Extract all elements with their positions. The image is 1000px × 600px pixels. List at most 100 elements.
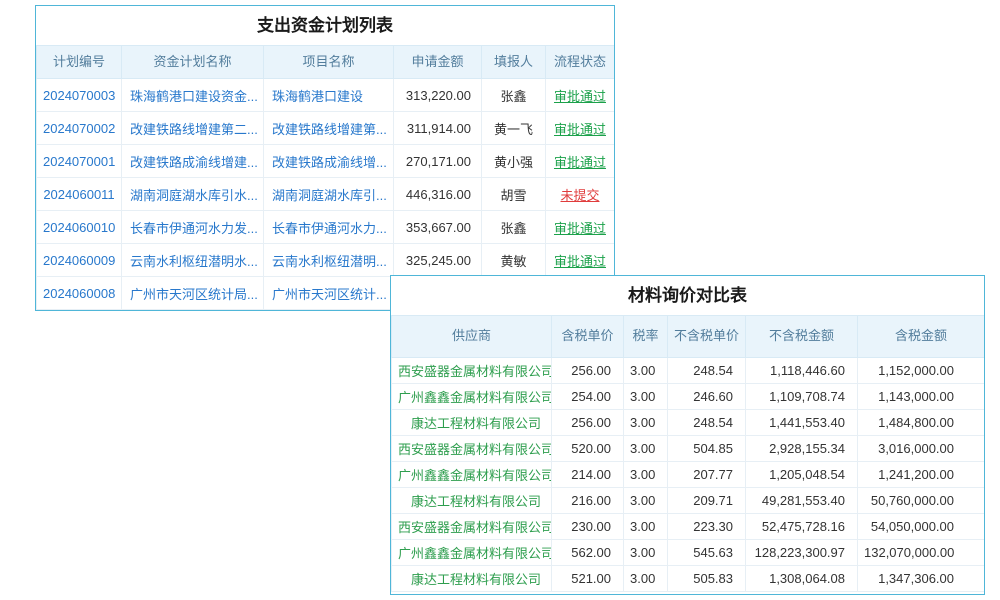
- status-link[interactable]: 审批通过: [554, 254, 606, 269]
- supplier-link[interactable]: 康达工程材料有限公司: [411, 416, 541, 431]
- col-header-amount-without-tax: 不含税金额: [746, 316, 858, 358]
- plan-name-link[interactable]: 改建铁路成渝线增建...: [130, 155, 258, 170]
- col-header-unit-price-without-tax: 不含税单价: [668, 316, 746, 358]
- amount-without-tax-value: 2,928,155.34: [746, 436, 858, 462]
- col-header-reporter: 填报人: [482, 46, 546, 79]
- tax-rate-value: 3.00: [624, 540, 668, 566]
- amount-with-tax-value: 1,347,306.00: [858, 566, 985, 592]
- plan-name-link[interactable]: 长春市伊通河水力发...: [130, 221, 258, 236]
- supplier-link[interactable]: 西安盛器金属材料有限公司: [398, 442, 552, 457]
- tax-rate-value: 3.00: [624, 462, 668, 488]
- amount-without-tax-value: 1,109,708.74: [746, 384, 858, 410]
- unit-price-without-tax-value: 209.71: [668, 488, 746, 514]
- project-name-link[interactable]: 改建铁路成渝线增...: [272, 155, 387, 170]
- unit-price-with-tax-value: 521.00: [552, 566, 624, 592]
- unit-price-without-tax-value: 505.83: [668, 566, 746, 592]
- expense-plan-panel: 支出资金计划列表 计划编号 资金计划名称 项目名称 申请金额 填报人 流程状态 …: [35, 5, 615, 311]
- apply-amount-value: 270,171.00: [394, 145, 482, 178]
- col-header-tax-rate: 税率: [624, 316, 668, 358]
- supplier-link[interactable]: 西安盛器金属材料有限公司: [398, 364, 552, 379]
- project-name-link[interactable]: 广州市天河区统计...: [272, 287, 387, 302]
- quote-table-row: 广州鑫鑫金属材料有限公司 214.00 3.00 207.77 1,205,04…: [392, 462, 985, 488]
- unit-price-with-tax-value: 214.00: [552, 462, 624, 488]
- quote-table-row: 西安盛器金属材料有限公司 520.00 3.00 504.85 2,928,15…: [392, 436, 985, 462]
- project-name-link[interactable]: 湖南洞庭湖水库引...: [272, 188, 387, 203]
- plan-name-link[interactable]: 珠海鹤港口建设资金...: [130, 89, 258, 104]
- tax-rate-value: 3.00: [624, 384, 668, 410]
- project-name-link[interactable]: 珠海鹤港口建设: [272, 89, 363, 104]
- amount-without-tax-value: 1,441,553.40: [746, 410, 858, 436]
- plan-name-link[interactable]: 广州市天河区统计局...: [130, 287, 258, 302]
- quote-table-row: 广州鑫鑫金属材料有限公司 254.00 3.00 246.60 1,109,70…: [392, 384, 985, 410]
- expense-table-row: 2024060009 云南水利枢纽潜明水... 云南水利枢纽潜明... 325,…: [37, 244, 615, 277]
- tax-rate-value: 3.00: [624, 436, 668, 462]
- amount-with-tax-value: 1,143,000.00: [858, 384, 985, 410]
- quote-table-header-row: 供应商 含税单价 税率 不含税单价 不含税金额 含税金额: [392, 316, 985, 358]
- material-quote-table: 供应商 含税单价 税率 不含税单价 不含税金额 含税金额 西安盛器金属材料有限公…: [391, 315, 985, 592]
- plan-name-link[interactable]: 湖南洞庭湖水库引水...: [130, 188, 258, 203]
- quote-table-row: 康达工程材料有限公司 521.00 3.00 505.83 1,308,064.…: [392, 566, 985, 592]
- unit-price-without-tax-value: 223.30: [668, 514, 746, 540]
- col-header-amount-with-tax: 含税金额: [858, 316, 985, 358]
- expense-table-row: 2024060011 湖南洞庭湖水库引水... 湖南洞庭湖水库引... 446,…: [37, 178, 615, 211]
- project-name-link[interactable]: 长春市伊通河水力...: [272, 221, 387, 236]
- plan-id-link[interactable]: 2024060008: [43, 286, 115, 301]
- amount-with-tax-value: 54,050,000.00: [858, 514, 985, 540]
- expense-table-row: 2024070001 改建铁路成渝线增建... 改建铁路成渝线增... 270,…: [37, 145, 615, 178]
- plan-id-link[interactable]: 2024070001: [43, 154, 115, 169]
- quote-table-row: 西安盛器金属材料有限公司 256.00 3.00 248.54 1,118,44…: [392, 358, 985, 384]
- supplier-link[interactable]: 广州鑫鑫金属材料有限公司: [398, 468, 552, 483]
- quote-table-row: 西安盛器金属材料有限公司 230.00 3.00 223.30 52,475,7…: [392, 514, 985, 540]
- quote-table-row: 广州鑫鑫金属材料有限公司 562.00 3.00 545.63 128,223,…: [392, 540, 985, 566]
- apply-amount-value: 313,220.00: [394, 79, 482, 112]
- supplier-link[interactable]: 西安盛器金属材料有限公司: [398, 520, 552, 535]
- unit-price-with-tax-value: 216.00: [552, 488, 624, 514]
- reporter-value: 黄小强: [482, 145, 546, 178]
- col-header-supplier: 供应商: [392, 316, 552, 358]
- supplier-link[interactable]: 康达工程材料有限公司: [411, 572, 541, 587]
- status-link[interactable]: 审批通过: [554, 155, 606, 170]
- col-header-plan-name: 资金计划名称: [122, 46, 264, 79]
- status-link[interactable]: 审批通过: [554, 221, 606, 236]
- apply-amount-value: 311,914.00: [394, 112, 482, 145]
- supplier-link[interactable]: 广州鑫鑫金属材料有限公司: [398, 546, 552, 561]
- reporter-value: 黄敏: [482, 244, 546, 277]
- amount-with-tax-value: 132,070,000.00: [858, 540, 985, 566]
- amount-without-tax-value: 1,308,064.08: [746, 566, 858, 592]
- expense-table-row: 2024070003 珠海鹤港口建设资金... 珠海鹤港口建设 313,220.…: [37, 79, 615, 112]
- unit-price-with-tax-value: 256.00: [552, 410, 624, 436]
- unit-price-without-tax-value: 248.54: [668, 358, 746, 384]
- unit-price-with-tax-value: 254.00: [552, 384, 624, 410]
- col-header-apply-amount: 申请金额: [394, 46, 482, 79]
- status-link[interactable]: 审批通过: [554, 122, 606, 137]
- material-quote-panel-title: 材料询价对比表: [391, 276, 984, 315]
- expense-table-row: 2024070002 改建铁路线增建第二... 改建铁路线增建第... 311,…: [37, 112, 615, 145]
- plan-name-link[interactable]: 云南水利枢纽潜明水...: [130, 254, 258, 269]
- unit-price-without-tax-value: 545.63: [668, 540, 746, 566]
- expense-plan-table: 计划编号 资金计划名称 项目名称 申请金额 填报人 流程状态 202407000…: [36, 45, 615, 310]
- unit-price-with-tax-value: 562.00: [552, 540, 624, 566]
- col-header-plan-id: 计划编号: [37, 46, 122, 79]
- unit-price-with-tax-value: 230.00: [552, 514, 624, 540]
- col-header-unit-price-with-tax: 含税单价: [552, 316, 624, 358]
- project-name-link[interactable]: 改建铁路线增建第...: [272, 122, 387, 137]
- plan-id-link[interactable]: 2024070003: [43, 88, 115, 103]
- apply-amount-value: 353,667.00: [394, 211, 482, 244]
- plan-name-link[interactable]: 改建铁路线增建第二...: [130, 122, 258, 137]
- plan-id-link[interactable]: 2024060011: [43, 187, 114, 202]
- supplier-link[interactable]: 康达工程材料有限公司: [411, 494, 541, 509]
- status-link[interactable]: 审批通过: [554, 89, 606, 104]
- plan-id-link[interactable]: 2024060010: [43, 220, 115, 235]
- status-link[interactable]: 未提交: [560, 188, 599, 203]
- project-name-link[interactable]: 云南水利枢纽潜明...: [272, 254, 387, 269]
- reporter-value: 张鑫: [482, 211, 546, 244]
- plan-id-link[interactable]: 2024060009: [43, 253, 115, 268]
- supplier-link[interactable]: 广州鑫鑫金属材料有限公司: [398, 390, 552, 405]
- amount-with-tax-value: 50,760,000.00: [858, 488, 985, 514]
- amount-with-tax-value: 1,152,000.00: [858, 358, 985, 384]
- reporter-value: 张鑫: [482, 79, 546, 112]
- expense-table-row: 2024060010 长春市伊通河水力发... 长春市伊通河水力... 353,…: [37, 211, 615, 244]
- plan-id-link[interactable]: 2024070002: [43, 121, 115, 136]
- amount-without-tax-value: 128,223,300.97: [746, 540, 858, 566]
- amount-without-tax-value: 52,475,728.16: [746, 514, 858, 540]
